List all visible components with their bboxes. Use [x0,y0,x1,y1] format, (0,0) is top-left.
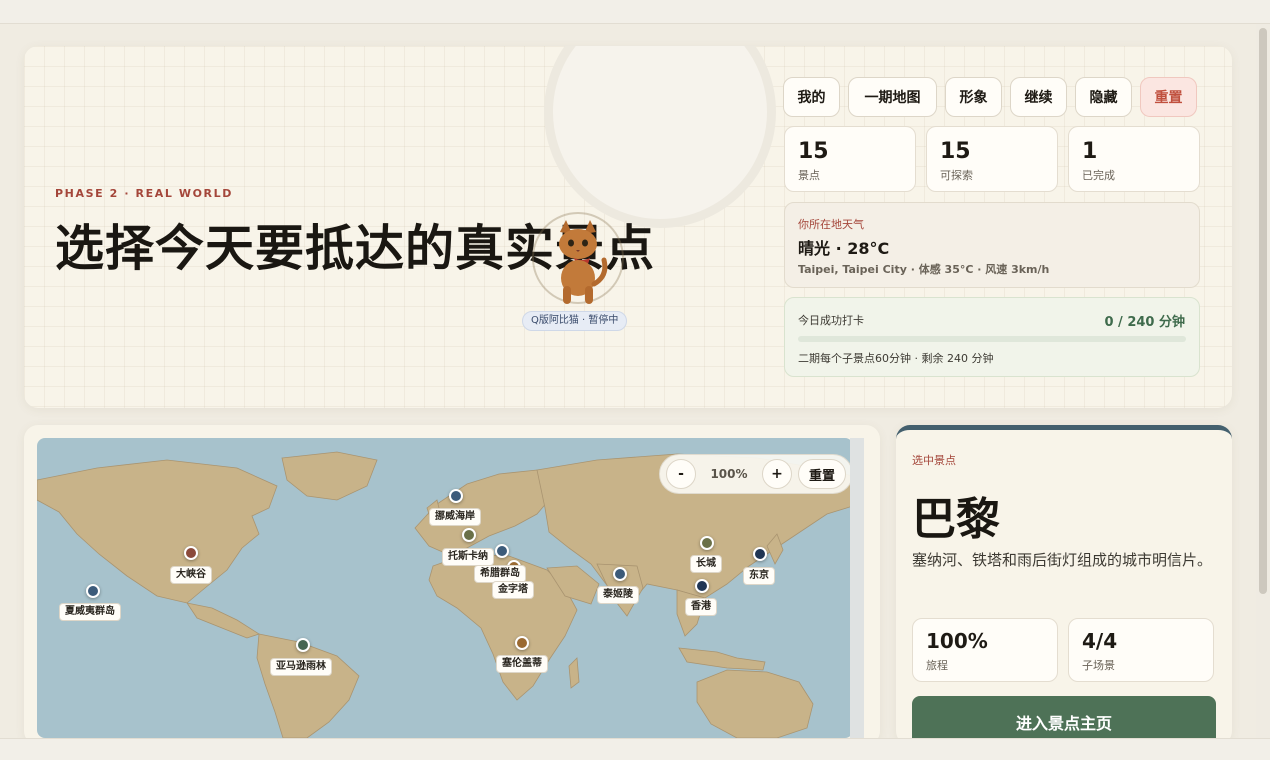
avatar-halo [544,46,776,228]
selected-label: 选中景点 [912,454,956,467]
map-pin[interactable] [753,547,767,561]
world-map[interactable]: - 100% + 重置 挪威海岸 托斯卡纳 希腊群岛 金字塔 大峡谷 夏威夷群岛… [37,438,853,738]
stat-label: 景点 [798,169,820,182]
hide-button[interactable]: 隐藏 [1075,77,1132,117]
stat-value: 1 [1082,139,1098,164]
place-label-tokyo[interactable]: 东京 [743,567,775,585]
weather-label: 你所在地天气 [798,218,864,231]
map-pin[interactable] [515,636,529,650]
place-label-serengeti[interactable]: 塞伦盖蒂 [496,655,548,673]
place-label-amazon[interactable]: 亚马逊雨林 [270,658,332,676]
map-pin[interactable] [462,528,476,542]
place-label-pyramid[interactable]: 金字塔 [492,581,534,599]
map-pin[interactable] [495,544,509,558]
stat-value: 15 [940,139,971,164]
selected-place-name: 巴黎 [912,494,1000,545]
browser-bottom-bar [0,738,1270,760]
place-label-hawaii[interactable]: 夏威夷群岛 [59,603,121,621]
journey-stat: 100% 旅程 [912,618,1058,682]
place-label-great-wall[interactable]: 长城 [690,555,722,573]
stat-label: 已完成 [1082,169,1115,182]
phase-label: PHASE 2 · REAL WORLD [55,187,233,200]
map-panel: - 100% + 重置 挪威海岸 托斯卡纳 希腊群岛 金字塔 大峡谷 夏威夷群岛… [24,425,880,745]
map-pin[interactable] [695,579,709,593]
hero-panel: PHASE 2 · REAL WORLD 选择今天要抵达的真实景点 Q版阿比猫 … [24,46,1232,408]
stat-value: 100% [926,629,988,653]
checkin-progress-bar [798,336,1186,342]
zoom-controls: - 100% + 重置 [659,454,853,494]
stat-label: 子场景 [1082,659,1115,672]
weather-detail: Taipei, Taipei City · 体感 35°C · 风速 3km/h [798,263,1050,276]
place-label-hongkong[interactable]: 香港 [685,598,717,616]
phase1-map-button[interactable]: 一期地图 [848,77,937,117]
subscene-stat: 4/4 子场景 [1068,618,1214,682]
stat-explorable: 15 可探索 [926,126,1058,192]
toolbar: 我的 一期地图 形象 继续 隐藏 重置 [783,77,1197,117]
stat-value: 15 [798,139,829,164]
weather-card: 你所在地天气 晴光 · 28°C Taipei, Taipei City · 体… [784,202,1200,288]
browser-top-bar [0,0,1270,24]
stat-value: 4/4 [1082,629,1118,653]
zoom-in-button[interactable]: + [762,459,792,489]
map-pin[interactable] [449,489,463,503]
reset-button[interactable]: 重置 [1140,77,1197,117]
map-pin[interactable] [296,638,310,652]
checkin-detail: 二期每个子景点60分钟 · 剩余 240 分钟 [798,352,994,365]
map-pin[interactable] [700,536,714,550]
stat-completed: 1 已完成 [1068,126,1200,192]
stat-label: 可探索 [940,169,973,182]
map-pin[interactable] [613,567,627,581]
my-button[interactable]: 我的 [783,77,840,117]
selected-place-description: 塞纳河、铁塔和雨后街灯组成的城市明信片。 [912,551,1213,569]
map-scrollbar[interactable] [850,438,864,738]
place-label-norway[interactable]: 挪威海岸 [429,508,481,526]
place-label-tuscany[interactable]: 托斯卡纳 [442,548,494,566]
zoom-level: 100% [710,467,748,481]
cat-status-badge: Q版阿比猫 · 暂停中 [522,311,628,331]
weather-condition: 晴光 · 28°C [798,239,890,258]
checkin-label: 今日成功打卡 [798,314,864,327]
continue-button[interactable]: 继续 [1010,77,1067,117]
zoom-out-button[interactable]: - [666,459,696,489]
stat-spots: 15 景点 [784,126,916,192]
map-reset-button[interactable]: 重置 [798,459,847,489]
checkin-value: 0 / 240 分钟 [1104,315,1185,330]
page-scrollbar-thumb[interactable] [1259,28,1267,594]
stat-label: 旅程 [926,659,948,672]
checkin-card: 今日成功打卡 0 / 240 分钟 二期每个子景点60分钟 · 剩余 240 分… [784,297,1200,377]
cat-avatar-icon[interactable] [546,218,610,306]
selected-place-panel: 选中景点 巴黎 塞纳河、铁塔和雨后街灯组成的城市明信片。 100% 旅程 4/4… [896,425,1232,745]
map-pin[interactable] [184,546,198,560]
map-pin[interactable] [86,584,100,598]
avatar-button[interactable]: 形象 [945,77,1002,117]
place-label-grand-canyon[interactable]: 大峡谷 [170,566,212,584]
place-label-taj-mahal[interactable]: 泰姬陵 [597,586,639,604]
